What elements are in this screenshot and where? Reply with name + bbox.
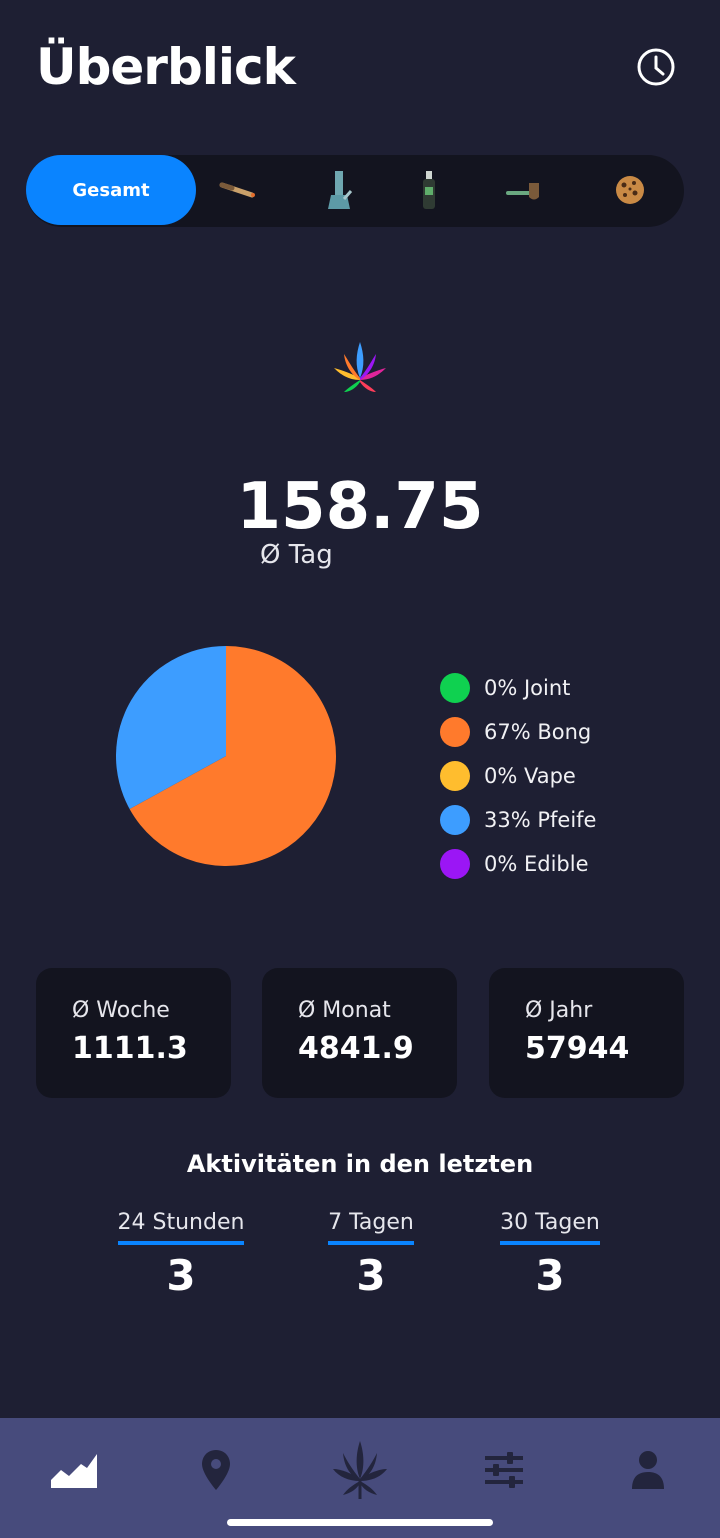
legend-item-bong: 67% Bong: [440, 710, 596, 754]
nav-statistics[interactable]: [44, 1440, 104, 1500]
legend-label: 0% Edible: [484, 852, 589, 876]
stat-value: 4841.9: [298, 1031, 414, 1066]
activity-label: 7 Tagen: [328, 1210, 414, 1245]
activity-label: 24 Stunden: [117, 1210, 245, 1245]
tab-vape[interactable]: [406, 167, 452, 213]
legend-dot: [440, 673, 470, 703]
nav-map[interactable]: [186, 1440, 246, 1500]
category-tab-bar: Gesamt: [26, 155, 684, 227]
nav-home[interactable]: [330, 1440, 390, 1500]
nav-settings[interactable]: [474, 1440, 534, 1500]
legend-label: 67% Bong: [484, 720, 592, 744]
activity-value: 3: [535, 1251, 565, 1300]
legend-item-vape: 0% Vape: [440, 754, 596, 798]
stat-card-week: Ø Woche 1111.3: [36, 968, 231, 1098]
tab-bong[interactable]: [316, 167, 362, 213]
home-indicator: [227, 1519, 493, 1526]
location-pin-icon: [202, 1450, 230, 1490]
activity-7d[interactable]: 7 Tagen 3: [320, 1210, 422, 1300]
pipe-icon: [506, 183, 539, 200]
cannabis-leaf-icon: [333, 1441, 387, 1499]
stat-label: Ø Jahr: [525, 998, 593, 1023]
legend-label: 33% Pfeife: [484, 808, 597, 832]
legend-dot: [440, 761, 470, 791]
sliders-icon: [485, 1452, 523, 1488]
legend-dot: [440, 849, 470, 879]
stat-card-year: Ø Jahr 57944: [489, 968, 684, 1098]
nav-profile[interactable]: [618, 1440, 678, 1500]
daily-average-value: 158.75: [236, 470, 484, 544]
vape-icon: [423, 171, 435, 209]
daily-average-label: Ø Tag: [260, 540, 333, 570]
stat-card-month: Ø Monat 4841.9: [262, 968, 457, 1098]
stat-value: 57944: [525, 1031, 630, 1066]
legend-dot: [440, 717, 470, 747]
tab-edible[interactable]: [607, 167, 653, 213]
history-button[interactable]: [636, 47, 676, 87]
tab-pipe[interactable]: [502, 167, 548, 213]
consumption-pie-chart: [116, 646, 336, 866]
page-title: Überblick: [36, 38, 296, 96]
activity-value: 3: [356, 1251, 386, 1300]
stat-value: 1111.3: [72, 1031, 188, 1066]
activity-label: 30 Tagen: [500, 1210, 600, 1245]
joint-icon: [219, 182, 255, 198]
legend-item-joint: 0% Joint: [440, 666, 596, 710]
edible-cookie-icon: [616, 176, 644, 204]
bong-icon: [328, 171, 353, 209]
legend-dot: [440, 805, 470, 835]
pie-legend: 0% Joint 67% Bong 0% Vape 33% Pfeife 0% Edib…: [440, 666, 596, 886]
legend-item-pfeife: 33% Pfeife: [440, 798, 596, 842]
activity-24h[interactable]: 24 Stunden 3: [116, 1210, 246, 1300]
statistics-icon: [51, 1454, 97, 1488]
cannabis-leaf-icon: [334, 342, 386, 392]
stat-label: Ø Monat: [298, 998, 391, 1023]
tab-joint[interactable]: [215, 167, 261, 213]
stat-label: Ø Woche: [72, 998, 170, 1023]
legend-label: 0% Vape: [484, 764, 576, 788]
legend-label: 0% Joint: [484, 676, 571, 700]
tab-gesamt[interactable]: Gesamt: [26, 155, 196, 225]
activity-value: 3: [166, 1251, 196, 1300]
clock-icon: [637, 48, 675, 86]
legend-item-edible: 0% Edible: [440, 842, 596, 886]
activity-30d[interactable]: 30 Tagen 3: [494, 1210, 606, 1300]
user-icon: [632, 1451, 664, 1489]
activity-title: Aktivitäten in den letzten: [186, 1150, 534, 1178]
